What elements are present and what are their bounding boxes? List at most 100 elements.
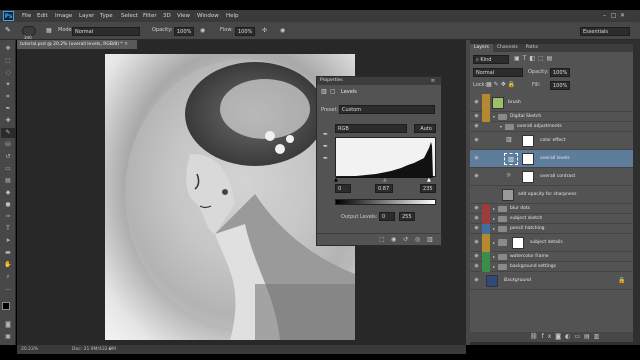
- status-menu-icon[interactable]: ▸: [109, 345, 112, 354]
- pressure-size-icon[interactable]: ◉: [280, 27, 285, 34]
- menu-view[interactable]: View: [177, 10, 190, 22]
- eraser-tool-icon[interactable]: ▭: [1, 164, 15, 174]
- lasso-tool-icon[interactable]: ◌: [1, 68, 15, 78]
- collapse-triangle-icon[interactable]: ▸: [493, 252, 495, 262]
- healing-tool-icon[interactable]: ✚: [1, 116, 15, 126]
- flow-field[interactable]: 100%: [235, 27, 255, 36]
- collapse-triangle-icon[interactable]: ▸: [493, 204, 495, 214]
- tab-channels[interactable]: Channels: [493, 44, 522, 52]
- black-point-slider[interactable]: ▲: [334, 177, 338, 183]
- blur-tool-icon[interactable]: ◆: [1, 188, 15, 198]
- visibility-eye-icon[interactable]: ◉: [473, 155, 480, 162]
- visibility-eye-icon[interactable]: ◉: [473, 253, 480, 260]
- menu-help[interactable]: Help: [226, 10, 239, 22]
- tab-paths[interactable]: Paths: [522, 44, 542, 52]
- black-eyedropper-icon[interactable]: ✒: [323, 131, 328, 138]
- expand-triangle-icon[interactable]: ▾: [500, 122, 502, 132]
- layer-row-color-effect[interactable]: ◉ ▥ color effect: [470, 132, 633, 150]
- minimize-icon[interactable]: –: [600, 12, 609, 19]
- dodge-tool-icon[interactable]: ●: [1, 200, 15, 210]
- more-tools-icon[interactable]: …: [1, 284, 15, 294]
- hand-tool-icon[interactable]: ✋: [1, 260, 15, 270]
- mode-select[interactable]: Normal: [72, 27, 140, 36]
- layer-group-overall-adjustments[interactable]: ◉ ▾ overall adjustments: [470, 122, 633, 132]
- visibility-eye-icon[interactable]: ◉: [473, 123, 480, 130]
- layer-group-subject-sketch[interactable]: ◉ ▸ subject sketch: [470, 214, 633, 224]
- output-black-field[interactable]: 0: [379, 212, 395, 221]
- reset-icon[interactable]: ↺: [403, 236, 408, 243]
- history-brush-tool-icon[interactable]: ↺: [1, 152, 15, 162]
- zoom-tool-icon[interactable]: ⌕: [1, 272, 15, 282]
- pen-tool-icon[interactable]: ✑: [1, 212, 15, 222]
- visibility-eye-icon[interactable]: ◉: [473, 239, 480, 246]
- layer-row-overall-levels[interactable]: ◉ ▥ overall levels: [470, 150, 633, 168]
- visibility-eye-icon[interactable]: ◉: [473, 205, 480, 212]
- visibility-eye-icon[interactable]: ◉: [473, 263, 480, 270]
- layer-group-subject-details[interactable]: ◉ ▸ subject details: [470, 234, 633, 252]
- document-tab[interactable]: tutorial.psd @ 20.2% (overall levels, RG…: [17, 40, 137, 49]
- gray-eyedropper-icon[interactable]: ✒: [323, 143, 328, 150]
- delete-icon[interactable]: ▥: [427, 236, 433, 243]
- layer-row-background[interactable]: ◉ Background 🔒: [470, 272, 633, 290]
- blend-mode-select[interactable]: Normal: [473, 68, 523, 77]
- brush-tool-icon[interactable]: ✎: [5, 26, 11, 34]
- tab-layers[interactable]: Layers: [470, 44, 493, 52]
- collapse-triangle-icon[interactable]: ▸: [493, 234, 495, 252]
- screen-mode-icon[interactable]: ▣: [1, 332, 15, 342]
- visibility-eye-icon[interactable]: ◉: [473, 173, 480, 180]
- path-select-tool-icon[interactable]: ➤: [1, 236, 15, 246]
- layer-footer-icons[interactable]: ⛓fx◙◐▭▤▥: [530, 333, 603, 340]
- layer-row-brush[interactable]: ◉ brush: [470, 94, 633, 112]
- collapse-triangle-icon[interactable]: ▸: [493, 262, 495, 272]
- move-tool-icon[interactable]: ✥: [1, 44, 15, 54]
- visibility-eye-icon[interactable]: [473, 191, 480, 198]
- clone-stamp-tool-icon[interactable]: ⛁: [1, 140, 15, 150]
- menu-filter[interactable]: Filter: [143, 10, 157, 22]
- marquee-tool-icon[interactable]: ⬚: [1, 56, 15, 66]
- layer-group-watercolor-frame[interactable]: ◉ ▸ watercolor frame: [470, 252, 633, 262]
- collapse-triangle-icon[interactable]: ▸: [493, 214, 495, 224]
- filter-kind-select[interactable]: ⌕ Kind: [473, 55, 509, 64]
- layer-group-background-settings[interactable]: ◉ ▸ background settings: [470, 262, 633, 272]
- menu-file[interactable]: File: [22, 10, 31, 22]
- collapse-triangle-icon[interactable]: ▸: [493, 224, 495, 234]
- input-black-field[interactable]: 0: [335, 184, 351, 193]
- menu-image[interactable]: Image: [55, 10, 72, 22]
- zoom-level[interactable]: 20.23%: [21, 345, 38, 354]
- menu-type[interactable]: Type: [100, 10, 113, 22]
- workspace-select[interactable]: Essentials: [580, 27, 630, 36]
- menu-edit[interactable]: Edit: [37, 10, 48, 22]
- airbrush-icon[interactable]: ✣: [262, 27, 267, 34]
- pressure-opacity-icon[interactable]: ◉: [200, 27, 205, 34]
- maximize-icon[interactable]: □: [609, 12, 618, 19]
- input-gamma-field[interactable]: 0.87: [375, 184, 393, 193]
- layer-row-overall-contrast[interactable]: ◉ ☼ overall contrast: [470, 168, 633, 186]
- crop-tool-icon[interactable]: ⌗: [1, 92, 15, 102]
- input-sliders[interactable]: ▲ ▲ ▲: [334, 177, 436, 183]
- menu-select[interactable]: Select: [121, 10, 138, 22]
- menu-window[interactable]: Window: [197, 10, 219, 22]
- layer-opacity-field[interactable]: 100%: [550, 68, 570, 77]
- channel-select[interactable]: RGB: [335, 124, 407, 133]
- white-eyedropper-icon[interactable]: ✒: [323, 155, 328, 162]
- quick-select-tool-icon[interactable]: ✦: [1, 80, 15, 90]
- menu-layer[interactable]: Layer: [79, 10, 94, 22]
- midpoint-slider[interactable]: ▲: [383, 177, 387, 183]
- auto-button[interactable]: Auto: [414, 124, 436, 133]
- white-point-slider[interactable]: ▲: [427, 177, 431, 183]
- opacity-field[interactable]: 100%: [174, 27, 194, 36]
- layer-group-pencil-hatching[interactable]: ◉ ▸ pencil hatching: [470, 224, 633, 234]
- visibility-eye-icon[interactable]: ◉: [473, 215, 480, 222]
- input-white-field[interactable]: 235: [420, 184, 436, 193]
- brush-tool-icon[interactable]: ✎: [1, 128, 15, 138]
- expand-triangle-icon[interactable]: ▾: [493, 112, 495, 122]
- filter-icons[interactable]: ▣T◧⬚▤: [514, 55, 555, 62]
- view-previous-icon[interactable]: ◉: [391, 236, 396, 243]
- eyedropper-tool-icon[interactable]: ✒: [1, 104, 15, 114]
- mask-icon[interactable]: ▢: [330, 88, 336, 95]
- lock-icons[interactable]: ▦✎✥🔒: [486, 81, 517, 88]
- quick-mask-icon[interactable]: ◙: [1, 320, 15, 330]
- visibility-icon[interactable]: ◎: [415, 236, 420, 243]
- layer-fill-field[interactable]: 100%: [550, 81, 570, 90]
- panel-menu-icon[interactable]: ≡: [431, 78, 435, 84]
